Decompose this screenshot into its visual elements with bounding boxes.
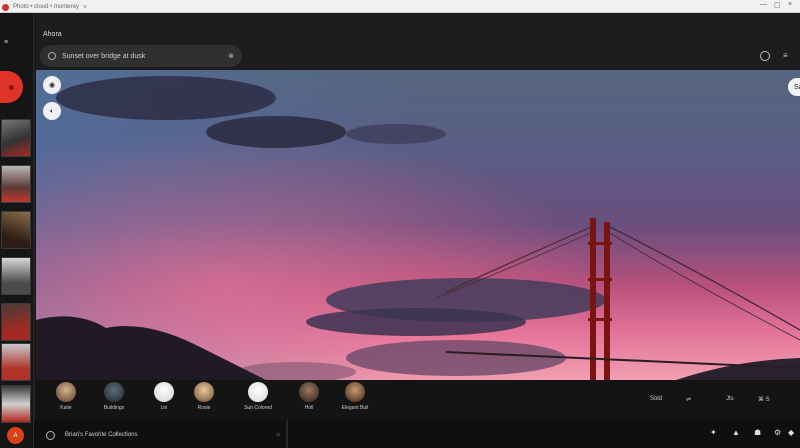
- avatar: [154, 382, 174, 402]
- rail-thumbnail[interactable]: [1, 303, 31, 341]
- footer-divider: [286, 420, 288, 448]
- status-icon[interactable]: [760, 51, 770, 61]
- diamond-icon[interactable]: ◆: [788, 428, 794, 437]
- browser-tabstrip: Photo • cloud • monterey × — ▢ ×: [0, 0, 800, 13]
- eye-icon: [46, 430, 55, 440]
- person-name: Sun Colored: [244, 405, 272, 411]
- rail-thumbnail[interactable]: [1, 165, 31, 203]
- rail-thumbnail[interactable]: [1, 343, 31, 381]
- avatar: [248, 382, 268, 402]
- save-button[interactable]: Sa: [788, 78, 800, 96]
- app-window: Photo • cloud • monterey × — ▢ × ≡ A Aho…: [0, 0, 800, 448]
- overlay-button[interactable]: ◉: [43, 76, 61, 94]
- menu-icon[interactable]: ≡: [4, 39, 8, 46]
- clear-search-icon[interactable]: ⊗: [228, 52, 234, 60]
- overlay-button[interactable]: ◐: [43, 102, 61, 120]
- avatar: [104, 382, 124, 402]
- top-bar: Ahora Sunset over bridge at dusk ⊗ ≡: [34, 13, 800, 70]
- people-action[interactable]: Sold: [650, 396, 662, 402]
- close-window-button[interactable]: ×: [788, 1, 792, 8]
- person-name: Katie: [60, 405, 72, 411]
- house-icon[interactable]: ☗: [754, 428, 761, 437]
- people-action[interactable]: ⇌: [686, 396, 691, 403]
- avatar: [345, 382, 365, 402]
- collection-label: Brian's Favorite Collections: [65, 432, 138, 438]
- triangle-icon[interactable]: ▲: [732, 428, 740, 437]
- person-name: Lin: [160, 405, 168, 411]
- search-icon: [48, 52, 56, 60]
- browser-tab[interactable]: Photo • cloud • monterey ×: [2, 1, 132, 13]
- rail-thumbnail[interactable]: [1, 119, 31, 157]
- settings-menu-icon[interactable]: ≡: [783, 51, 788, 60]
- rail-thumbnail[interactable]: [1, 257, 31, 295]
- home-icon[interactable]: ⌂: [276, 432, 280, 438]
- minimize-button[interactable]: —: [760, 1, 767, 8]
- left-rail: ≡ A: [0, 13, 34, 448]
- person-item[interactable]: Rosie: [174, 380, 234, 420]
- people-action[interactable]: Jts: [726, 396, 734, 402]
- person-item[interactable]: Elegant Buil: [325, 380, 385, 420]
- rail-thumbnail[interactable]: [1, 211, 31, 249]
- rail-thumbnail[interactable]: [1, 385, 31, 423]
- search-text: Sunset over bridge at dusk: [62, 52, 146, 60]
- person-name: Elegant Buil: [341, 405, 369, 411]
- collection-selector[interactable]: Brian's Favorite Collections ⌂: [46, 427, 280, 443]
- avatar: [56, 382, 76, 402]
- tab-title: Photo • cloud • monterey: [13, 4, 79, 10]
- tab-close-icon[interactable]: ×: [83, 4, 87, 11]
- sunset-bridge-scene: [36, 70, 800, 380]
- gear-icon[interactable]: ⚙: [774, 428, 781, 437]
- record-dot-icon: [9, 84, 14, 90]
- avatar: [194, 382, 214, 402]
- sparkle-icon[interactable]: ✦: [710, 428, 717, 437]
- profile-button[interactable]: A: [7, 427, 24, 444]
- favicon-icon: [2, 3, 9, 11]
- people-strip: Katie Buildings Lin Rosie Sun Colored Ho…: [36, 380, 800, 420]
- hero-image: ◉ ◐ Sa: [36, 70, 800, 380]
- maximize-button[interactable]: ▢: [774, 1, 781, 9]
- people-action[interactable]: ⌘ S: [758, 396, 770, 403]
- avatar: [299, 382, 319, 402]
- record-button[interactable]: [0, 71, 23, 103]
- person-name: Buildings: [103, 405, 125, 411]
- app-title: Ahora: [43, 31, 62, 38]
- person-name: Holl: [304, 405, 314, 411]
- person-name: Rosie: [197, 405, 211, 411]
- search-input[interactable]: Sunset over bridge at dusk ⊗: [40, 45, 242, 67]
- footer-bar: Brian's Favorite Collections ⌂ ✦ ▲ ☗ ⚙ ◆: [34, 420, 800, 448]
